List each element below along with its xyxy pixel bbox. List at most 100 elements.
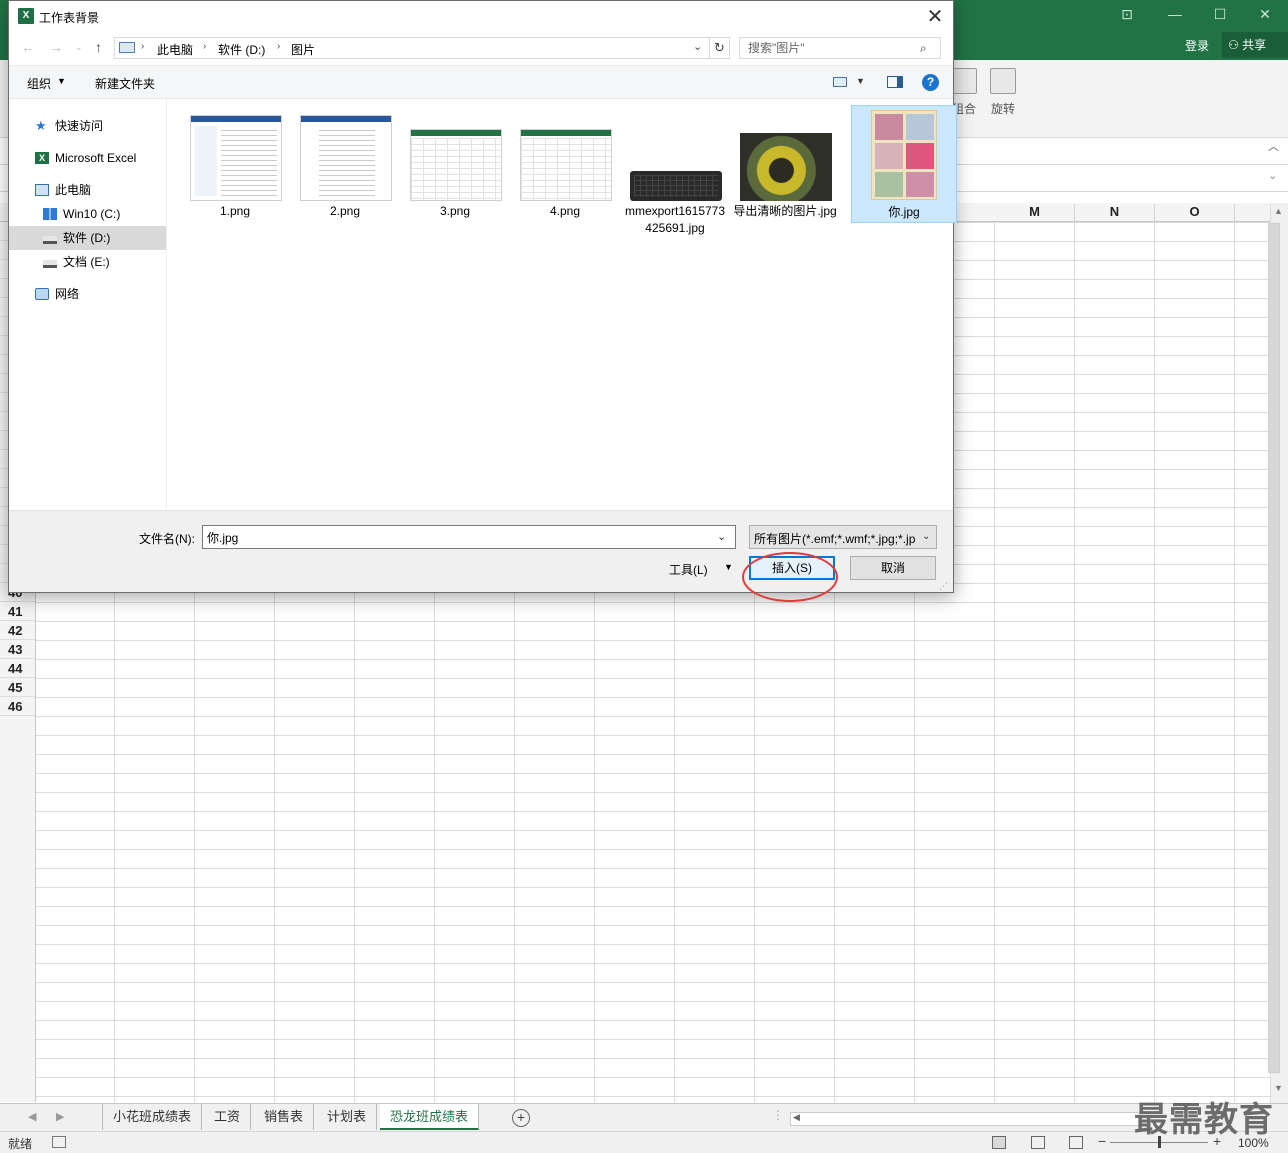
scroll-down-icon[interactable]: ▼ [1274,1083,1283,1093]
rotate-button[interactable]: 旋转 [983,68,1023,117]
nav-item-drive-d[interactable]: 软件 (D:) [9,226,166,250]
file-item[interactable]: 2.png [293,105,399,223]
file-item-selected[interactable]: 你.jpg [851,105,957,223]
row-number[interactable]: 42 [0,621,35,640]
dialog-title-bar: X 工作表背景 ✕ [9,1,953,31]
login-button[interactable]: 登录 [1185,37,1209,54]
help-icon[interactable]: ? [922,74,939,91]
minimize-icon[interactable]: — [1160,6,1190,22]
change-view-icon[interactable] [833,77,847,87]
spreadsheet-thumbnail [520,129,612,201]
dialog-footer: 文件名(N): ⌄ 所有图片(*.emf;*.wmf;*.jpg;*.jp ⌄ … [9,510,953,602]
row-number[interactable]: 45 [0,678,35,697]
forward-arrow-icon[interactable]: → [49,39,63,55]
sheet-tab[interactable]: 小花班成绩表 [102,1104,203,1130]
new-folder-button[interactable]: 新建文件夹 [95,75,155,92]
nav-item-drive-c[interactable]: Win10 (C:) [9,202,166,226]
file-name: 1.png [219,204,251,218]
nav-item-drive-e[interactable]: 文档 (E:) [9,250,166,274]
file-item[interactable]: 3.png [403,105,509,223]
caret-down-icon[interactable]: ▼ [724,562,733,572]
chevron-down-icon[interactable]: ⌄ [922,531,930,542]
resize-grip-icon[interactable]: ⋰ [939,581,948,592]
page-layout-view-icon[interactable] [1031,1136,1045,1149]
tab-prev-icon[interactable]: ◀ [28,1110,36,1123]
sheet-tab[interactable]: 销售表 [254,1104,315,1130]
search-box: ⌕ [739,37,941,59]
status-bar: 就绪 − + 100% [0,1131,1288,1153]
share-button[interactable]: ⚇ 共享 [1222,32,1288,58]
close-window-icon[interactable]: ✕ [1250,6,1280,23]
file-item[interactable]: 导出清晰的图片.jpg [733,105,839,223]
filename-input[interactable] [203,526,713,548]
computer-icon [35,184,49,196]
file-name: 4.png [549,204,581,218]
refresh-icon[interactable]: ↻ [710,37,730,59]
nav-item-this-pc[interactable]: 此电脑 [9,178,166,202]
nav-item-network[interactable]: 网络 [9,282,166,306]
drive-icon [43,260,57,268]
tab-next-icon[interactable]: ▶ [56,1110,64,1123]
row-number[interactable]: 46 [0,697,35,716]
chevron-right-icon[interactable]: › [203,41,206,52]
row-number[interactable]: 44 [0,659,35,678]
view-options-caret-icon[interactable]: ▼ [856,76,865,86]
dialog-close-icon[interactable]: ✕ [923,4,947,29]
scroll-left-icon[interactable]: ◀ [793,1112,800,1123]
organize-button[interactable]: 组织 [27,75,51,92]
row-number[interactable]: 41 [0,602,35,621]
search-icon[interactable]: ⌕ [920,41,927,56]
column-letter[interactable]: M [995,204,1075,222]
tools-button[interactable]: 工具(L) [669,561,708,578]
network-icon [35,288,49,300]
recent-locations-icon[interactable]: ⌄ [75,42,83,53]
row-number[interactable]: 43 [0,640,35,659]
excel-app-icon: X [18,8,34,24]
expand-formula-bar-icon[interactable]: ⌄ [1268,169,1277,182]
add-sheet-icon[interactable]: + [512,1109,530,1127]
nav-item-quick-access[interactable]: ★ 快速访问 [9,114,166,138]
scroll-thumb[interactable] [1268,223,1280,1073]
search-input[interactable] [740,38,915,58]
macro-record-icon[interactable] [52,1136,66,1148]
vertical-scrollbar[interactable]: ▲ ▼ [1268,203,1288,1103]
address-bar[interactable]: › 此电脑 › 软件 (D:) › 图片 ⌄ [114,37,710,59]
page-break-view-icon[interactable] [1069,1136,1083,1149]
ribbon-display-icon[interactable]: ⊡ [1112,6,1142,23]
file-type-filter[interactable]: 所有图片(*.emf;*.wmf;*.jpg;*.jp ⌄ [749,525,937,549]
zoom-out-icon[interactable]: − [1098,1133,1106,1149]
file-item[interactable]: 1.png [183,105,289,223]
sheet-tab[interactable]: 计划表 [317,1104,378,1130]
insert-button[interactable]: 插入(S) [749,556,835,580]
tab-splitter-icon[interactable]: ⋮ [772,1108,784,1122]
chevron-right-icon[interactable]: › [277,41,280,52]
breadcrumb-pictures[interactable]: 图片 [291,41,315,58]
up-arrow-icon[interactable]: ↑ [95,39,102,55]
sheet-tab-active[interactable]: 恐龙班成绩表 [380,1104,480,1130]
breadcrumb-drive-d[interactable]: 软件 (D:) [218,41,265,58]
caret-down-icon[interactable]: ▼ [57,76,66,86]
column-letter[interactable]: O [1155,204,1235,222]
chevron-right-icon[interactable]: › [141,41,144,52]
navigation-pane: ★ 快速访问 X Microsoft Excel 此电脑 Win10 (C:) … [9,99,167,510]
flower-wreath-thumbnail [740,133,832,201]
collapse-ribbon-icon[interactable]: ︿ [1268,138,1279,154]
breadcrumb-this-pc[interactable]: 此电脑 [157,41,193,58]
chevron-down-icon[interactable]: ⌄ [717,530,726,543]
scroll-up-icon[interactable]: ▲ [1274,206,1283,216]
document-thumbnail [190,115,282,201]
preview-pane-icon[interactable] [887,76,903,88]
column-letter[interactable]: N [1075,204,1155,222]
cancel-button[interactable]: 取消 [850,556,936,580]
maximize-icon[interactable]: ☐ [1205,6,1235,23]
file-item[interactable]: 4.png [513,105,619,223]
nav-label: Win10 (C:) [63,207,121,221]
address-dropdown-icon[interactable]: ⌄ [693,40,702,53]
file-name: 导出清晰的图片.jpg [733,204,837,218]
normal-view-icon[interactable] [992,1136,1006,1149]
sheet-tab[interactable]: 工资 [204,1104,252,1130]
file-item[interactable]: mmexport1615773425691.jpg [623,105,729,235]
horizontal-scrollbar[interactable]: ◀ [790,1112,1140,1126]
nav-item-excel[interactable]: X Microsoft Excel [9,146,166,170]
back-arrow-icon[interactable]: ← [21,39,35,55]
